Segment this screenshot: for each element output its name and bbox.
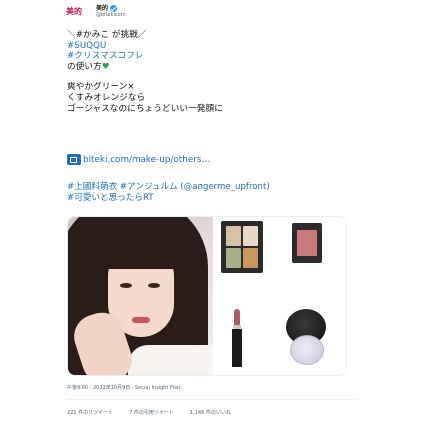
verified-badge-icon [110, 4, 118, 12]
lipstick-image[interactable] [232, 309, 242, 367]
account-name-block: 美的 @bitekicom [96, 4, 126, 18]
tweet-line: ＼#かみこ が挑戦／ [67, 30, 147, 40]
tweet-media[interactable] [67, 216, 347, 376]
model-photo[interactable] [68, 217, 213, 375]
tweet-line: ゴージャスなのにちょうどいい一発顔に [67, 103, 223, 114]
divider [67, 399, 359, 400]
retweet-count[interactable]: 221 件のリツイート [67, 409, 113, 416]
tweet-line: 爽やかグリーン× [67, 82, 135, 93]
blush-compact-image[interactable] [292, 223, 322, 263]
tweet-header: 美的 美的 @bitekicom [66, 2, 126, 20]
tweet-timestamp[interactable]: 午後9:00 · 2022年10月9日 · Social Insight Pos… [67, 384, 180, 391]
like-count[interactable]: 1,146 件のいいね [190, 409, 231, 416]
tweet-line: くすみオレンジなら [67, 92, 146, 103]
tweet-line: の使い方♥ [67, 61, 110, 72]
link-text[interactable]: biteki.com/make-up/others… [83, 155, 210, 165]
tweet-stats: 221 件のリツイート 7 件の引用ツイート 1,146 件のいいね [67, 409, 231, 416]
eyeshadow-palette-image[interactable] [221, 221, 263, 273]
tweet-link[interactable]: biteki.com/make-up/others… [67, 154, 210, 165]
quote-count[interactable]: 7 件の引用ツイート [129, 409, 174, 416]
display-name[interactable]: 美的 [96, 5, 108, 12]
powder-image[interactable] [290, 335, 324, 365]
tweet-tags: #上國料萌衣 #アンジュルム (@angerme_upfront) #可愛いと思… [67, 182, 270, 203]
display-name-row[interactable]: 美的 [96, 4, 126, 12]
account-handle[interactable]: @bitekicom [96, 12, 126, 18]
hashtag-link[interactable]: #SUQQU [67, 41, 367, 52]
hashtag-line[interactable]: #可愛いと思ったらRT [67, 193, 270, 204]
link-card-icon [67, 154, 81, 165]
heart-icon: ♥ [101, 61, 110, 72]
hashtag-link[interactable]: #クリスマスコフレ [67, 51, 367, 62]
tweet-body: ＼#かみこ が挑戦／ #SUQQU #クリスマスコフレ の使い方♥ 爽やかグリー… [67, 30, 367, 114]
account-logo[interactable]: 美的 [66, 4, 88, 18]
hashtag-line[interactable]: #上國料萌衣 #アンジュルム (@angerme_upfront) [67, 182, 270, 193]
